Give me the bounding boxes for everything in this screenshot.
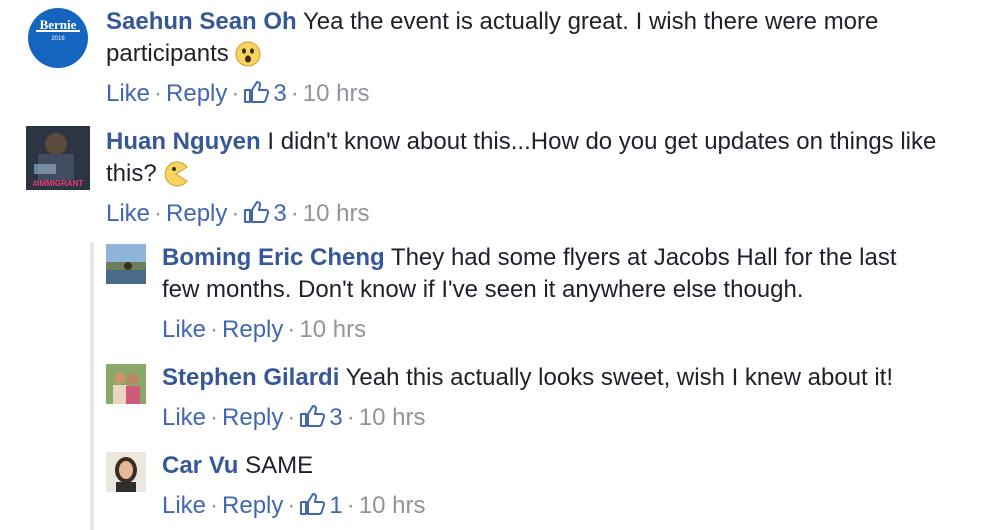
comment-body: Saehun Sean Oh Yea the event is actually… xyxy=(106,6,986,76)
reply-actions: Like · Reply · 10 hrs xyxy=(162,316,367,343)
reaction-count[interactable]: 3 xyxy=(243,80,287,107)
reply-body: Boming Eric Cheng They had some flyers a… xyxy=(162,242,982,306)
comment-text: Yea the event is actually great. I wish … xyxy=(302,8,879,35)
like-link[interactable]: Like xyxy=(162,404,206,431)
reply-link[interactable]: Reply xyxy=(166,80,227,107)
avatar[interactable] xyxy=(106,364,146,404)
avatar-text: Bernie xyxy=(40,17,77,32)
reaction-count-value: 1 xyxy=(329,492,343,519)
reaction-count-value: 3 xyxy=(329,404,343,431)
comment: Bernie 2016 Saehun Sean Oh Yea the event… xyxy=(26,0,986,120)
surprised-emoji-icon xyxy=(235,41,261,76)
reply-text: Yeah this actually looks sweet, wish I k… xyxy=(345,364,894,391)
avatar[interactable] xyxy=(106,244,146,284)
reply-link[interactable]: Reply xyxy=(222,316,283,343)
avatar[interactable]: Bernie 2016 xyxy=(26,6,90,70)
reaction-count[interactable]: 3 xyxy=(299,404,343,431)
reply: Car Vu SAME Like · Reply · 1 · 10 hrs xyxy=(106,450,986,530)
avatar-subtext: 2016 xyxy=(51,36,65,42)
reply: Stephen Gilardi Yeah this actually looks… xyxy=(106,362,986,442)
like-link[interactable]: Like xyxy=(106,80,150,107)
reply-body: Stephen Gilardi Yeah this actually looks… xyxy=(162,362,982,394)
comment-text-continued: this? xyxy=(106,160,157,187)
like-link[interactable]: Like xyxy=(162,492,206,519)
reaction-count-value: 3 xyxy=(273,200,287,227)
timestamp[interactable]: 10 hrs xyxy=(299,316,366,343)
avatar[interactable] xyxy=(106,452,146,492)
timestamp[interactable]: 10 hrs xyxy=(359,492,426,519)
comment-text: I didn't know about this...How do you ge… xyxy=(267,128,937,155)
thumbs-up-icon xyxy=(243,80,270,113)
comment-body: Huan Nguyen I didn't know about this...H… xyxy=(106,126,986,196)
comment: #IMMIGRANT Huan Nguyen I didn't know abo… xyxy=(26,120,986,238)
timestamp[interactable]: 10 hrs xyxy=(303,80,370,107)
comment-text-continued: participants xyxy=(106,40,229,67)
reaction-count[interactable]: 3 xyxy=(243,200,287,227)
reply-author[interactable]: Boming Eric Cheng xyxy=(162,244,385,271)
reply-actions: Like · Reply · 1 · 10 hrs xyxy=(162,490,425,525)
timestamp[interactable]: 10 hrs xyxy=(303,200,370,227)
reply-thread-line xyxy=(90,242,94,530)
avatar-text: #IMMIGRANT xyxy=(33,179,84,188)
reply-author[interactable]: Car Vu xyxy=(162,452,238,479)
reply-actions: Like · Reply · 3 · 10 hrs xyxy=(162,402,425,437)
reaction-count[interactable]: 1 xyxy=(299,492,343,519)
comment-actions: Like · Reply · 3 · 10 hrs xyxy=(106,78,369,113)
thumbs-up-icon xyxy=(299,404,326,437)
pacman-emoji-icon xyxy=(163,161,191,196)
like-link[interactable]: Like xyxy=(106,200,150,227)
reply-text-continued: few months. Don't know if I've seen it a… xyxy=(162,276,804,303)
comment-author[interactable]: Huan Nguyen xyxy=(106,128,261,155)
thumbs-up-icon xyxy=(243,200,270,233)
reaction-count-value: 3 xyxy=(273,80,287,107)
like-link[interactable]: Like xyxy=(162,316,206,343)
comment-author[interactable]: Saehun Sean Oh xyxy=(106,8,297,35)
reply-link[interactable]: Reply xyxy=(222,404,283,431)
timestamp[interactable]: 10 hrs xyxy=(359,404,426,431)
reply-author[interactable]: Stephen Gilardi xyxy=(162,364,339,391)
avatar[interactable]: #IMMIGRANT xyxy=(26,126,90,190)
comment-actions: Like · Reply · 3 · 10 hrs xyxy=(106,198,369,233)
reply: Boming Eric Cheng They had some flyers a… xyxy=(106,240,986,344)
reply-text: SAME xyxy=(245,452,314,479)
reply-body: Car Vu SAME xyxy=(162,450,982,482)
thumbs-up-icon xyxy=(299,492,326,525)
reply-text: They had some flyers at Jacobs Hall for … xyxy=(390,244,897,271)
reply-link[interactable]: Reply xyxy=(166,200,227,227)
reply-link[interactable]: Reply xyxy=(222,492,283,519)
